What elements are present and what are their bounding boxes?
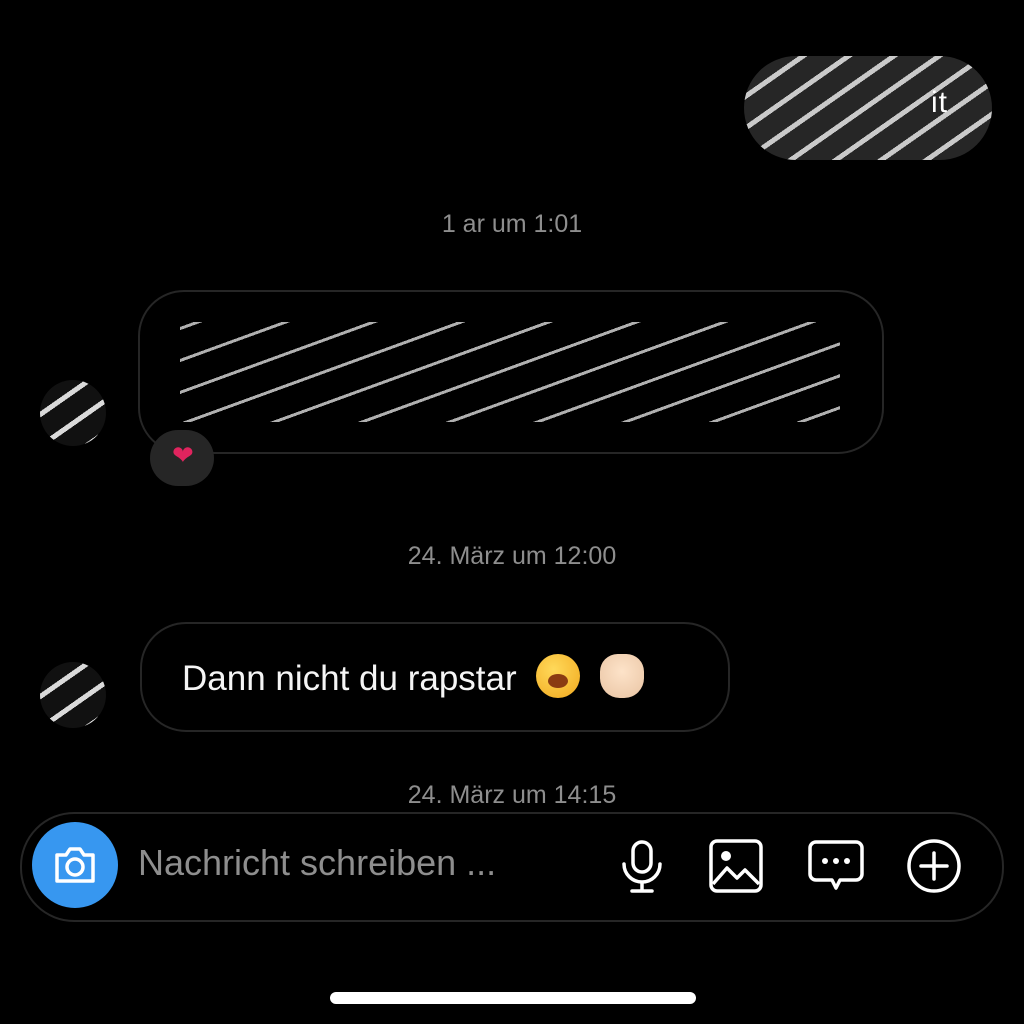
avatar[interactable]	[40, 662, 106, 728]
camera-icon	[55, 847, 95, 883]
sent-message-text: it	[931, 86, 948, 119]
gallery-icon	[709, 839, 763, 893]
sticker-button[interactable]	[806, 836, 866, 896]
sticker-icon	[808, 840, 864, 890]
yawning-face-icon	[536, 654, 581, 698]
received-message-bubble[interactable]	[138, 290, 884, 454]
timestamp: 24. März um 12:00	[407, 542, 617, 570]
message-reaction[interactable]: ❤	[150, 430, 214, 486]
plus-icon	[907, 839, 961, 893]
gallery-button[interactable]	[706, 836, 766, 896]
redaction-scribble	[40, 380, 106, 446]
message-text-row: Dann nicht du rapstar	[182, 654, 645, 699]
microphone-icon	[622, 840, 662, 893]
sent-message-bubble[interactable]: it	[744, 56, 992, 160]
avatar[interactable]	[40, 380, 106, 446]
message-text: Dann nicht du rapstar	[182, 659, 517, 698]
message-input[interactable]: Nachricht schreiben ...	[138, 842, 496, 884]
received-message-bubble[interactable]: Dann nicht du rapstar	[140, 622, 730, 732]
timestamp: 24. März um 14:15	[407, 781, 617, 809]
redaction-scribble	[744, 56, 992, 160]
camera-button[interactable]	[32, 822, 118, 908]
redaction-scribble	[40, 662, 106, 728]
home-indicator[interactable]	[330, 992, 696, 1004]
heart-icon: ❤	[172, 440, 194, 470]
plus-button[interactable]	[904, 836, 964, 896]
timestamp: 1 ar um 1:01	[441, 210, 583, 238]
redaction-scribble	[180, 322, 840, 422]
microphone-button[interactable]	[612, 836, 672, 896]
waving-hand-icon	[600, 654, 645, 698]
